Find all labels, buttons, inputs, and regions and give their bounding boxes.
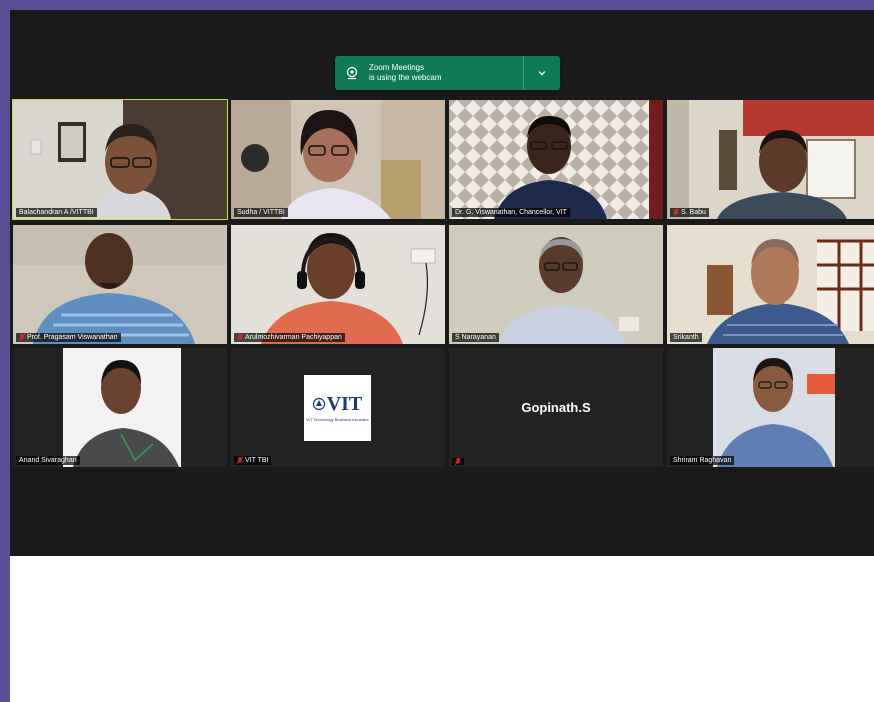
participant-nameplate: Dr. G. Viswanathan, Chancellor, VIT — [452, 208, 570, 217]
video-feed — [13, 225, 227, 344]
notification-text: Zoom Meetings is using the webcam — [365, 63, 523, 83]
participant-nameplate: Srikanth — [670, 333, 702, 342]
participant-tile[interactable]: Sudha / VITTBI — [231, 100, 445, 219]
participant-nameplate: Balachandran A /VITTBI — [16, 208, 97, 217]
webcam-icon — [339, 66, 365, 80]
muted-mic-icon — [237, 334, 243, 341]
zoom-gallery-view: Zoom Meetings is using the webcam Balach… — [10, 10, 874, 556]
participant-nameplate: Anand Sivaraghan — [16, 456, 80, 465]
video-feed — [667, 348, 874, 467]
participant-tile[interactable]: Srikanth — [667, 225, 874, 344]
video-feed — [667, 225, 874, 344]
blank-area — [10, 556, 874, 702]
participant-name: Arulmozhivarman Pachiyappan — [245, 334, 342, 341]
muted-mic-icon — [237, 457, 243, 464]
participant-name: Shriram Raghavan — [673, 457, 732, 464]
participant-tile[interactable]: Anand Sivaraghan — [13, 348, 227, 467]
webcam-notification[interactable]: Zoom Meetings is using the webcam — [335, 56, 560, 90]
participant-tile[interactable]: Gopinath.S — [449, 348, 663, 467]
notification-message: is using the webcam — [369, 73, 442, 82]
vit-tbi-logo: VIT VIT Technology Business Incubator — [304, 375, 371, 441]
video-feed — [231, 225, 445, 344]
participant-name: VIT TBI — [245, 457, 269, 464]
logo-subtitle: VIT Technology Business Incubator — [306, 417, 369, 422]
participant-tile[interactable]: Balachandran A /VITTBI — [12, 99, 228, 220]
participant-tile[interactable]: Dr. G. Viswanathan, Chancellor, VIT — [449, 100, 663, 219]
participant-name: Srikanth — [673, 334, 699, 341]
muted-mic-icon — [455, 458, 461, 465]
participant-name: Dr. G. Viswanathan, Chancellor, VIT — [455, 209, 567, 216]
chevron-down-icon[interactable] — [524, 70, 560, 76]
vit-emblem-icon — [312, 397, 325, 411]
participant-nameplate: Sudha / VITTBI — [234, 208, 288, 217]
participant-tile[interactable]: Prof. Pragasam Viswanathan — [13, 225, 227, 344]
participant-name: S. Babu — [681, 209, 706, 216]
participant-tile[interactable]: Shriram Raghavan — [667, 348, 874, 467]
muted-mic-icon — [673, 209, 679, 216]
video-feed — [667, 100, 874, 219]
screenshot-frame: Zoom Meetings is using the webcam Balach… — [10, 10, 874, 702]
participant-nameplate: S. Babu — [670, 208, 709, 217]
participant-tile[interactable]: Arulmozhivarman Pachiyappan — [231, 225, 445, 344]
participant-nameplate: Prof. Pragasam Viswanathan — [16, 333, 121, 342]
video-feed — [449, 100, 663, 219]
video-feed — [13, 100, 227, 219]
participant-tile[interactable]: S Narayanan — [449, 225, 663, 344]
participant-name: Anand Sivaraghan — [19, 457, 77, 464]
participant-nameplate: S Narayanan — [452, 333, 499, 342]
participant-nameplate: VIT TBI — [234, 456, 272, 465]
video-feed — [449, 225, 663, 344]
participant-tile[interactable]: S. Babu — [667, 100, 874, 219]
participant-nameplate — [452, 458, 464, 465]
participant-nameplate: Arulmozhivarman Pachiyappan — [234, 333, 345, 342]
participant-name: Prof. Pragasam Viswanathan — [27, 334, 118, 341]
participant-name: S Narayanan — [455, 334, 496, 341]
notification-title: Zoom Meetings — [369, 63, 425, 72]
video-feed — [13, 348, 227, 467]
participant-name: Balachandran A /VITTBI — [19, 209, 94, 216]
participant-tile[interactable]: VIT VIT Technology Business Incubator VI… — [231, 348, 445, 467]
participant-name: Sudha / VITTBI — [237, 209, 285, 216]
muted-mic-icon — [19, 334, 25, 341]
logo-text: VIT — [326, 393, 363, 415]
video-feed — [231, 100, 445, 219]
participant-display-name: Gopinath.S — [521, 400, 591, 415]
participant-nameplate: Shriram Raghavan — [670, 456, 735, 465]
